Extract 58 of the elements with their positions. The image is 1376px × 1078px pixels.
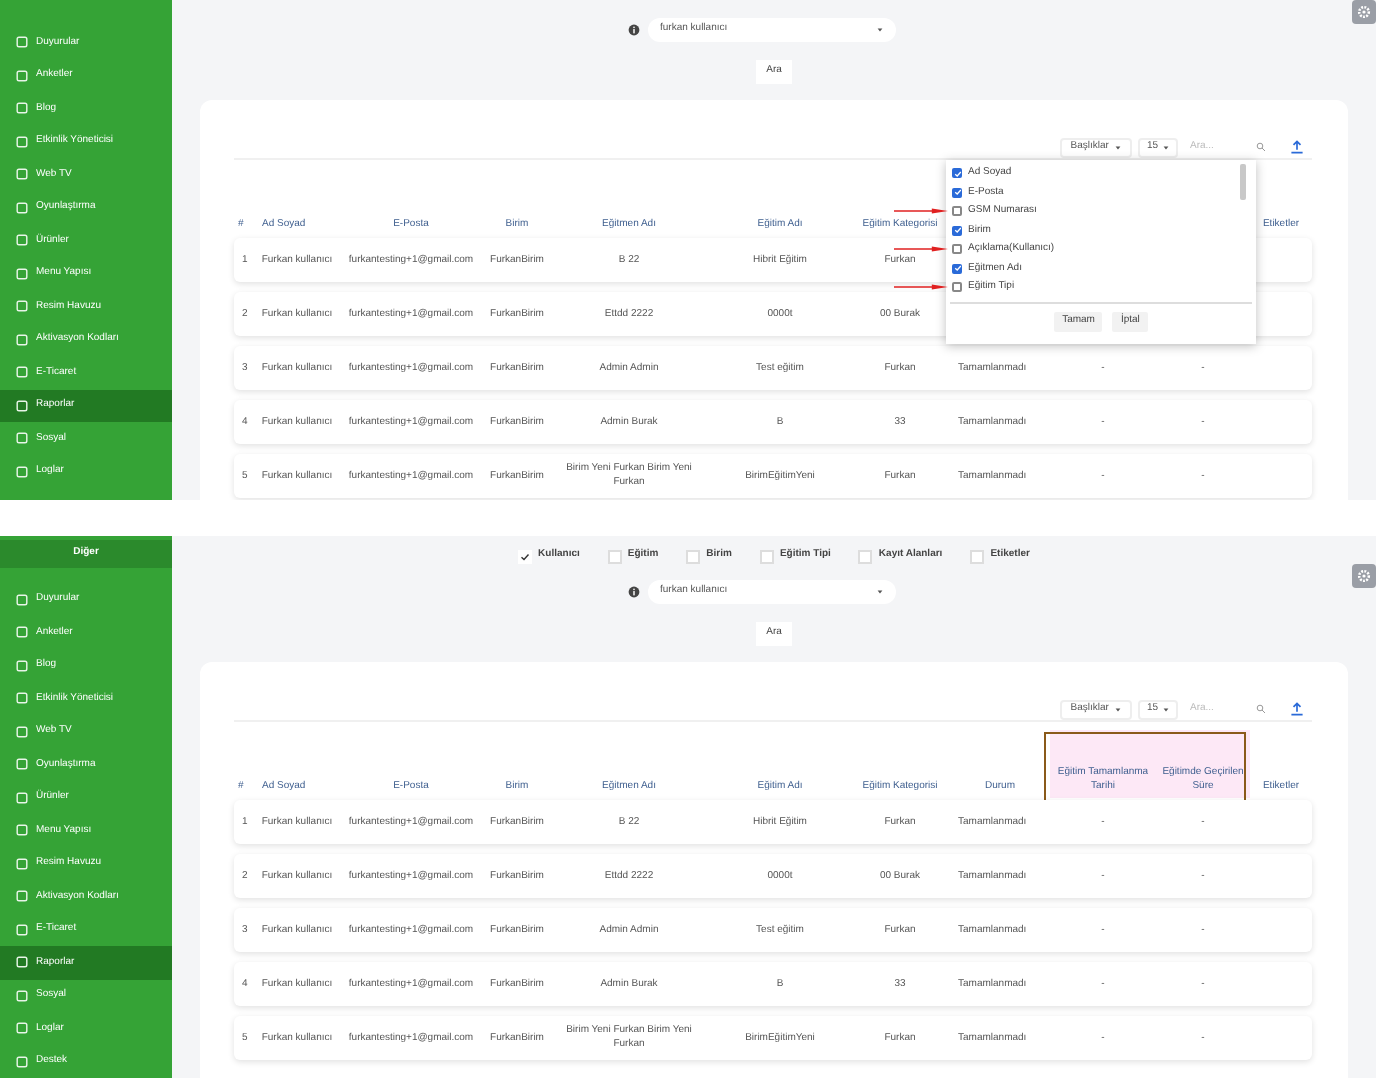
check-icon [953, 188, 961, 197]
square-icon [16, 465, 28, 478]
settings-icon [1356, 4, 1372, 20]
info-icon [628, 24, 640, 36]
square-icon [16, 366, 28, 379]
search-icon [1256, 704, 1266, 714]
caret-icon [876, 26, 884, 34]
square-icon [16, 201, 28, 214]
caret-icon [1162, 705, 1170, 713]
check-icon [953, 169, 961, 178]
export-button[interactable] [1290, 701, 1304, 717]
square-icon [16, 333, 28, 346]
square-icon [16, 725, 28, 738]
square-icon [16, 168, 28, 181]
square-icon [16, 1055, 28, 1068]
square-icon [16, 956, 28, 969]
square-icon [16, 824, 28, 837]
settings-icon [1356, 568, 1372, 584]
checkbox[interactable] [952, 206, 962, 217]
square-icon [16, 758, 28, 771]
square-icon [16, 102, 28, 115]
square-icon [16, 692, 28, 705]
annotation-arrow [894, 206, 948, 217]
search-icon [1256, 142, 1266, 152]
square-icon [16, 989, 28, 1002]
check-icon [953, 226, 961, 235]
square-icon [16, 135, 28, 148]
square-icon [16, 36, 28, 49]
check-icon [520, 551, 531, 561]
scrollbar-thumb[interactable] [1240, 164, 1246, 200]
square-icon [16, 1022, 28, 1035]
settings-button[interactable] [1352, 564, 1376, 588]
square-icon [16, 923, 28, 936]
checkbox[interactable] [952, 244, 962, 255]
checkbox[interactable] [518, 549, 533, 563]
export-button[interactable] [1290, 139, 1304, 155]
info-icon [628, 586, 640, 598]
square-icon [16, 593, 28, 606]
square-icon [16, 791, 28, 804]
square-icon [16, 857, 28, 870]
square-icon [16, 432, 28, 445]
checkbox[interactable] [952, 282, 962, 293]
square-icon [16, 234, 28, 247]
square-icon [16, 399, 28, 412]
caret-icon [1162, 143, 1170, 151]
upload-icon [1290, 140, 1304, 154]
square-icon [16, 69, 28, 82]
check-icon [953, 264, 961, 273]
upload-icon [1290, 702, 1304, 716]
settings-button[interactable] [1352, 0, 1376, 24]
square-icon [16, 890, 28, 903]
square-icon [16, 267, 28, 280]
caret-icon [876, 588, 884, 596]
square-icon [16, 300, 28, 313]
annotation-arrow [894, 244, 948, 255]
square-icon [16, 626, 28, 639]
square-icon [16, 659, 28, 672]
annotation-arrow [894, 282, 948, 293]
